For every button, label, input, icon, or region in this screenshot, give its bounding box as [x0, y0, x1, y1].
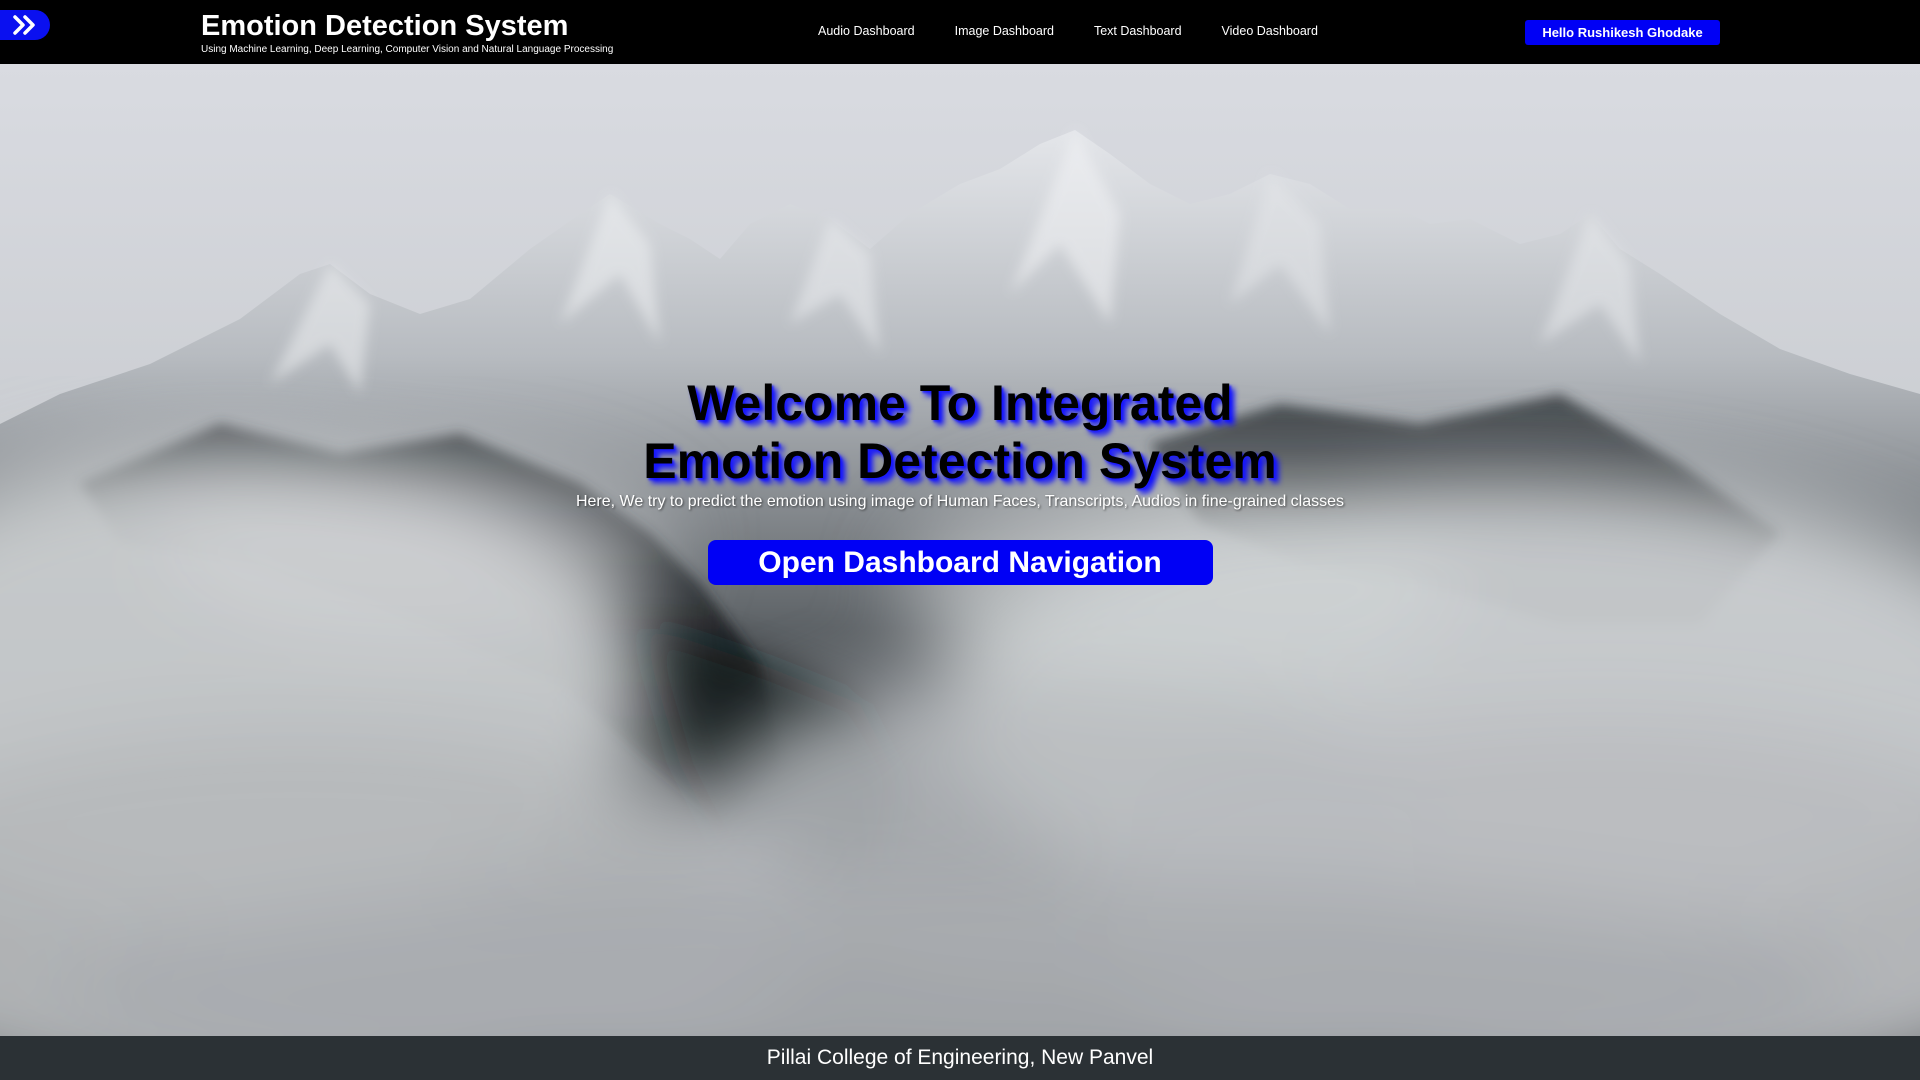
nav-link-video-dashboard[interactable]: Video Dashboard: [1222, 24, 1318, 38]
hero-title-line-1: Welcome To Integrated: [687, 375, 1233, 431]
nav-link-image-dashboard[interactable]: Image Dashboard: [955, 24, 1054, 38]
hero-title-line-2: Emotion Detection System: [643, 433, 1277, 489]
sidebar-toggle-button[interactable]: [0, 10, 50, 40]
hero-content: Welcome To Integrated Emotion Detection …: [0, 374, 1920, 585]
site-title: Emotion Detection System: [201, 10, 569, 42]
site-subtitle: Using Machine Learning, Deep Learning, C…: [201, 44, 614, 55]
double-chevron-right-icon: [13, 15, 35, 35]
main-nav: Audio Dashboard Image Dashboard Text Das…: [818, 24, 1318, 38]
nav-link-audio-dashboard[interactable]: Audio Dashboard: [818, 24, 915, 38]
hero-description: Here, We try to predict the emotion usin…: [575, 493, 1345, 510]
nav-link-text-dashboard[interactable]: Text Dashboard: [1094, 24, 1182, 38]
hero-title: Welcome To Integrated Emotion Detection …: [0, 374, 1920, 490]
footer-text: Pillai College of Engineering, New Panve…: [766, 1046, 1154, 1069]
open-dashboard-navigation-button[interactable]: Open Dashboard Navigation: [707, 540, 1213, 585]
top-navbar: Emotion Detection System Using Machine L…: [0, 0, 1920, 64]
hero-section: Welcome To Integrated Emotion Detection …: [0, 64, 1920, 1036]
user-greeting-button[interactable]: Hello Rushikesh Ghodake: [1525, 20, 1720, 45]
brand: Emotion Detection System Using Machine L…: [201, 9, 613, 56]
footer: Pillai College of Engineering, New Panve…: [0, 1036, 1920, 1080]
